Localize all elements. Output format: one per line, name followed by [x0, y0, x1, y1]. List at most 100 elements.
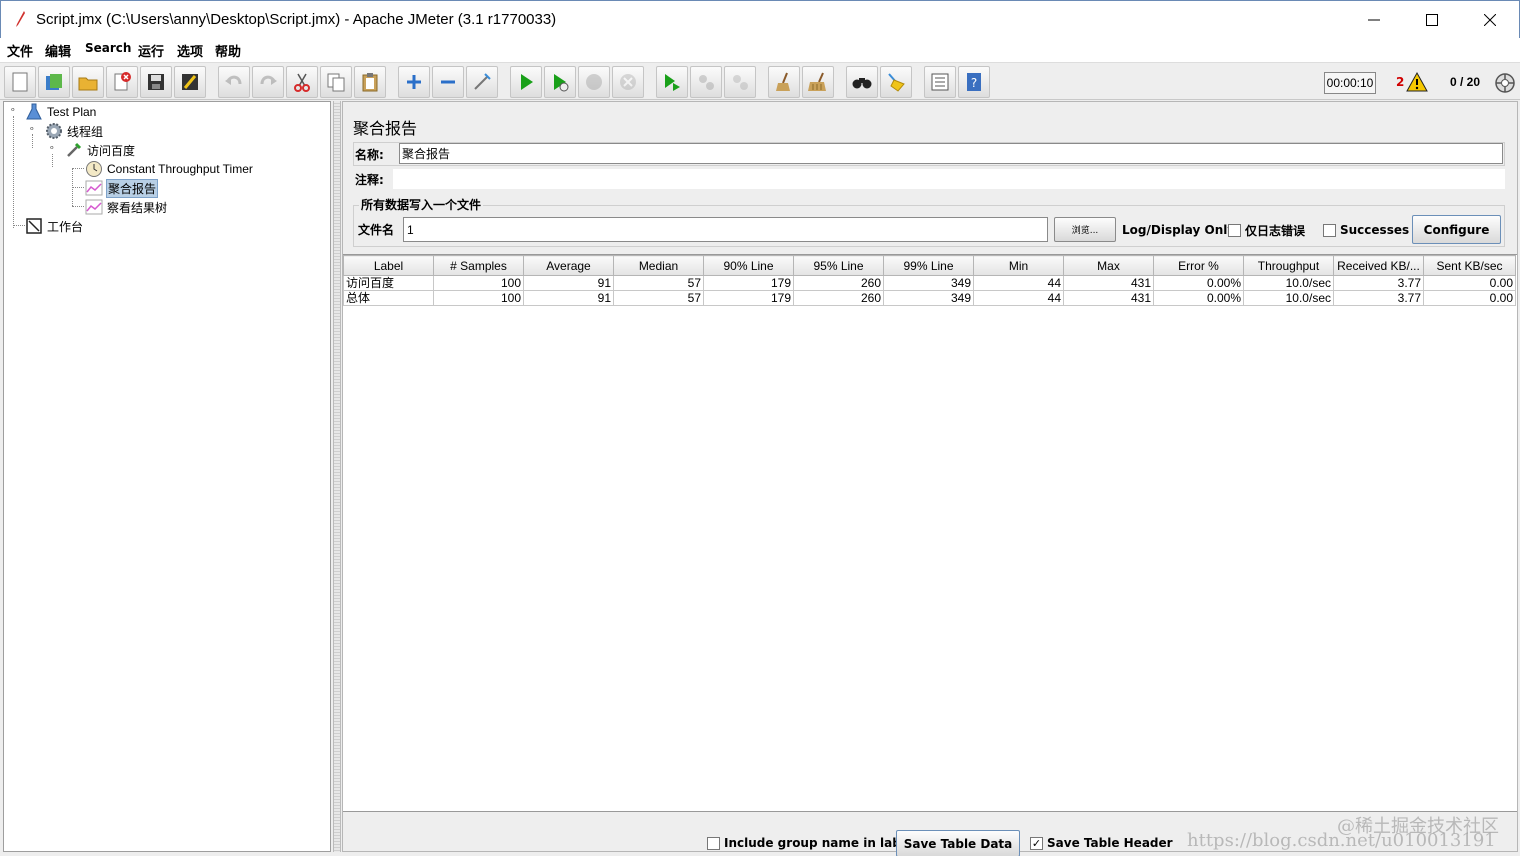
results-table[interactable]: Label # Samples Average Median 90% Line …: [343, 254, 1517, 812]
warning-icon[interactable]: [1406, 71, 1428, 93]
templates-button[interactable]: [38, 66, 70, 98]
remote-stop-all-button[interactable]: [690, 66, 722, 98]
table-cell: 10.0/sec: [1243, 275, 1334, 291]
title-bar: Script.jmx (C:\Users\anny\Desktop\Script…: [0, 0, 1520, 38]
help-button[interactable]: ?: [958, 66, 990, 98]
table-row[interactable]: 访问百度 100 91 57 179 260 349 44 431 0.00% …: [343, 275, 1516, 291]
save-button[interactable]: [140, 66, 172, 98]
paste-button[interactable]: [354, 66, 386, 98]
col-header-average[interactable]: Average: [523, 255, 614, 276]
start-no-pauses-button[interactable]: [544, 66, 576, 98]
col-header-max[interactable]: Max: [1063, 255, 1154, 276]
col-header-received[interactable]: Received KB/...: [1333, 255, 1424, 276]
table-cell: 91: [523, 275, 614, 291]
table-cell: 431: [1063, 290, 1154, 306]
name-label: 名称:: [355, 147, 384, 162]
menu-options[interactable]: 选项: [177, 41, 203, 60]
copy-button[interactable]: [320, 66, 352, 98]
reset-search-broom-icon: [888, 73, 905, 92]
active-threads: 0 / 20: [1450, 75, 1481, 89]
expand-all-button[interactable]: [398, 66, 430, 98]
save-table-data-button[interactable]: Save Table Data: [896, 830, 1020, 856]
tree-node-aggregate-report[interactable]: 聚合报告: [85, 178, 159, 198]
function-helper-button[interactable]: [924, 66, 956, 98]
clear-all-button[interactable]: [802, 66, 834, 98]
open-button[interactable]: [72, 66, 104, 98]
successes-checkbox[interactable]: [1323, 224, 1336, 237]
menu-bar: 文件 编辑 Search 运行 选项 帮助: [0, 38, 1520, 62]
shutdown-button[interactable]: [612, 66, 644, 98]
close-button[interactable]: [1461, 1, 1519, 39]
col-header-sent[interactable]: Sent KB/sec: [1423, 255, 1516, 276]
scissors-icon: [294, 73, 310, 92]
stop-icon: [586, 74, 602, 90]
maximize-button[interactable]: [1403, 1, 1461, 39]
file-group-legend: 所有数据写入一个文件: [359, 196, 484, 213]
redo-button[interactable]: [252, 66, 284, 98]
toggle-button[interactable]: [466, 66, 498, 98]
menu-file[interactable]: 文件: [7, 41, 33, 60]
tree-node-sampler[interactable]: 访问百度: [65, 141, 136, 159]
tree-node-results-tree[interactable]: 察看结果树: [85, 198, 168, 216]
menu-help[interactable]: 帮助: [215, 41, 241, 60]
paste-clipboard-icon: [362, 73, 378, 92]
tree-node-test-plan[interactable]: Test Plan: [25, 103, 97, 121]
name-input[interactable]: [399, 143, 1503, 164]
remote-shutdown-all-button[interactable]: [724, 66, 756, 98]
watermark: @稀土掘金技术社区 https://blog.csdn.net/u0100131…: [1187, 812, 1499, 851]
tree-toggle-thread-group[interactable]: ᵒ: [28, 127, 36, 136]
reset-search-button[interactable]: [880, 66, 912, 98]
split-pane-divider[interactable]: [333, 101, 341, 852]
save-as-image-button[interactable]: [174, 66, 206, 98]
menu-run[interactable]: 运行: [138, 41, 164, 60]
test-plan-tree[interactable]: ᵒ ᵒ ᵒ Test Plan 线程组 访问百度 Constant Throug…: [3, 101, 331, 852]
table-cell: 3.77: [1333, 275, 1424, 291]
table-cell: 0.00%: [1153, 275, 1244, 291]
minimize-button[interactable]: [1345, 1, 1403, 39]
broom-clear-icon: [776, 72, 790, 91]
col-header-median[interactable]: Median: [613, 255, 704, 276]
col-header-label[interactable]: Label: [343, 255, 434, 276]
col-header-90-line[interactable]: 90% Line: [703, 255, 794, 276]
tree-toggle-sampler[interactable]: ᵒ: [48, 146, 56, 155]
comment-input[interactable]: [393, 169, 1505, 189]
menu-search[interactable]: Search: [85, 41, 131, 55]
log-display-label: Log/Display Only:: [1122, 223, 1240, 237]
table-row[interactable]: 总体 100 91 57 179 260 349 44 431 0.00% 10…: [343, 290, 1516, 306]
listener-chart-icon: [85, 180, 103, 196]
close-icon: [1484, 14, 1496, 26]
search-button[interactable]: [846, 66, 878, 98]
col-header-error[interactable]: Error %: [1153, 255, 1244, 276]
start-button[interactable]: [510, 66, 542, 98]
table-cell: 91: [523, 290, 614, 306]
col-header-99-line[interactable]: 99% Line: [883, 255, 974, 276]
col-header-throughput[interactable]: Throughput: [1243, 255, 1334, 276]
table-cell: 44: [973, 290, 1064, 306]
new-button[interactable]: [4, 66, 36, 98]
remote-start-all-button[interactable]: [656, 66, 688, 98]
menu-edit[interactable]: 编辑: [45, 41, 71, 60]
col-header-samples[interactable]: # Samples: [433, 255, 524, 276]
stop-button[interactable]: [578, 66, 610, 98]
close-file-button[interactable]: [106, 66, 138, 98]
collapse-all-button[interactable]: [432, 66, 464, 98]
tree-node-workbench[interactable]: 工作台: [25, 217, 84, 235]
test-plan-flask-icon: [26, 103, 42, 120]
window-title: Script.jmx (C:\Users\anny\Desktop\Script…: [36, 11, 557, 28]
tree-node-thread-group[interactable]: 线程组: [45, 122, 104, 140]
undo-button[interactable]: [218, 66, 250, 98]
col-header-95-line[interactable]: 95% Line: [793, 255, 884, 276]
col-header-min[interactable]: Min: [973, 255, 1064, 276]
browse-button[interactable]: 浏览...: [1054, 217, 1116, 242]
errors-only-checkbox[interactable]: [1228, 224, 1241, 237]
clear-button[interactable]: [768, 66, 800, 98]
cut-button[interactable]: [286, 66, 318, 98]
tree-node-timer[interactable]: Constant Throughput Timer: [85, 160, 254, 178]
clock-icon: [86, 161, 102, 177]
remote-shutdown-icon: [733, 75, 748, 90]
save-table-header-checkbox[interactable]: ✓: [1030, 837, 1043, 850]
configure-button[interactable]: Configure: [1412, 215, 1501, 244]
filename-input[interactable]: [403, 217, 1048, 242]
include-group-checkbox[interactable]: [707, 837, 720, 850]
tree-toggle-test-plan[interactable]: ᵒ: [9, 108, 17, 117]
